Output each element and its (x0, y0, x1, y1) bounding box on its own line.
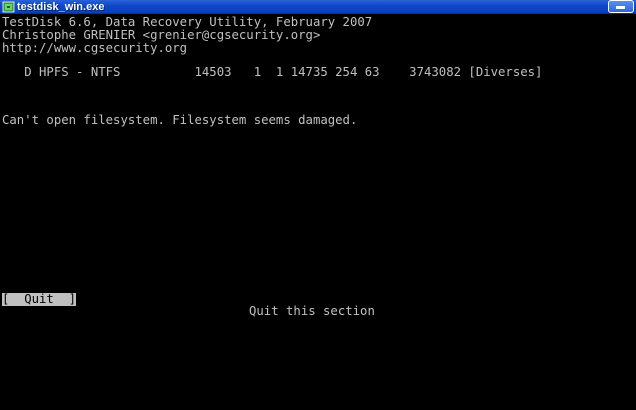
minimize-icon (616, 6, 625, 9)
console-area[interactable]: TestDisk 6.6, Data Recovery Utility, Feb… (0, 14, 636, 410)
header-author-line: Christophe GRENIER <grenier@cgsecurity.o… (2, 28, 321, 42)
window-titlebar[interactable]: testdisk_win.exe (0, 0, 636, 14)
partition-entry: D HPFS - NTFS 14503 1 1 14735 254 63 374… (2, 65, 543, 79)
window-title: testdisk_win.exe (17, 1, 105, 13)
header-url-line: http://www.cgsecurity.org (2, 41, 188, 55)
header-title-line: TestDisk 6.6, Data Recovery Utility, Feb… (2, 15, 373, 29)
testdisk-app-icon (2, 1, 15, 13)
quit-button[interactable]: [ Quit ] (2, 293, 77, 306)
error-message: Can't open filesystem. Filesystem seems … (2, 113, 358, 127)
status-text: Quit this section (249, 304, 375, 318)
minimize-button[interactable] (608, 0, 634, 13)
